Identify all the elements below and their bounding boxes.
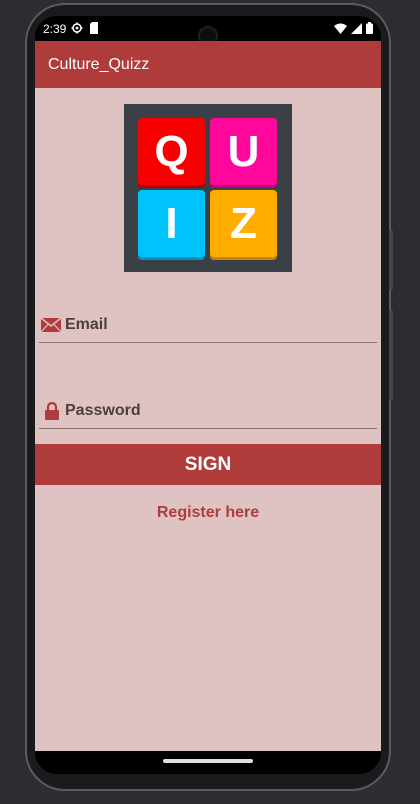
- navigation-bar: [35, 751, 381, 774]
- power-button: [389, 230, 393, 290]
- status-right-icons: [334, 22, 373, 37]
- wifi-icon: [334, 23, 347, 37]
- envelope-icon: [40, 317, 62, 337]
- app-title: Culture_Quizz: [48, 56, 150, 73]
- lock-icon: [45, 401, 59, 425]
- password-field[interactable]: Password: [39, 398, 377, 429]
- sd-card-icon: [89, 22, 99, 37]
- quiz-logo: Q U I Z: [124, 104, 292, 272]
- register-link[interactable]: Register here: [35, 504, 381, 522]
- login-screen: Q U I Z Email Password SIGN Register her…: [35, 88, 381, 751]
- logo-tile-q: Q: [138, 118, 205, 185]
- app-bar: Culture_Quizz: [35, 41, 381, 88]
- logo-tile-z: Z: [210, 190, 277, 257]
- battery-icon: [366, 22, 373, 37]
- sign-button[interactable]: SIGN: [35, 444, 381, 485]
- logo-tile-u: U: [210, 118, 277, 185]
- password-input[interactable]: Password: [65, 402, 141, 420]
- volume-button: [389, 310, 393, 400]
- home-indicator[interactable]: [163, 759, 253, 763]
- logo-tile-i: I: [138, 190, 205, 257]
- status-time: 2:39: [43, 22, 67, 36]
- status-left-icons: [71, 22, 99, 37]
- email-input[interactable]: Email: [65, 316, 108, 334]
- device-screen: 2:39 Culture_Quizz Q U I Z Email Passwor…: [35, 16, 381, 774]
- email-field[interactable]: Email: [39, 312, 377, 343]
- signal-icon: [351, 22, 362, 37]
- status-bar: 2:39: [35, 16, 381, 46]
- gear-icon: [71, 22, 83, 37]
